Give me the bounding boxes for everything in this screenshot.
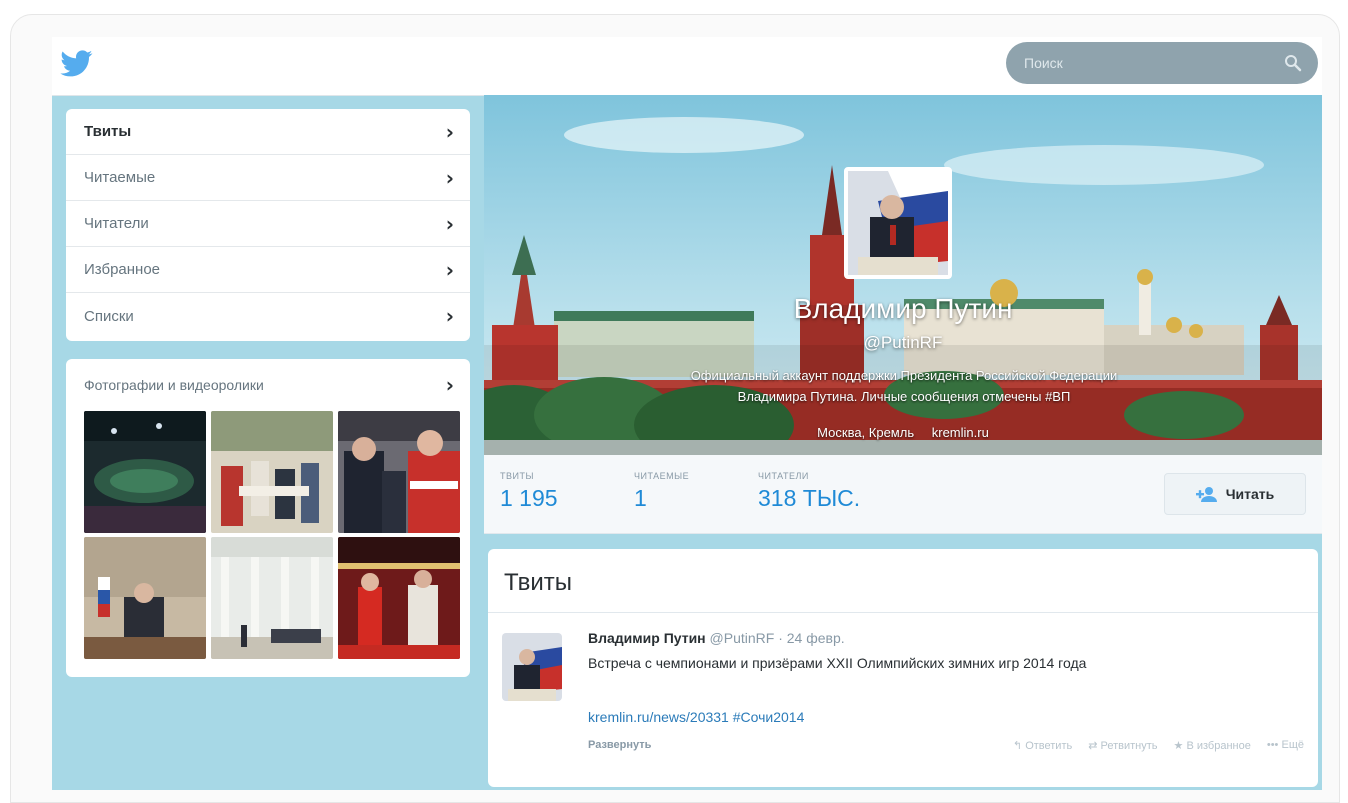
reply-action[interactable]: ↰ Ответить [1013, 739, 1072, 752]
tweet-author-handle[interactable]: @PutinRF [710, 630, 775, 646]
retweet-icon: ⇄ [1088, 740, 1098, 752]
twitter-bird-icon[interactable] [58, 47, 98, 81]
tweet-header: Владимир Путин @PutinRF · 24 февр. [588, 630, 845, 646]
nav-item-following[interactable]: Читаемые › [66, 155, 470, 201]
profile-bio: Официальный аккаунт поддержки Президента… [574, 365, 1234, 407]
timeline-heading: Твиты [488, 549, 1318, 613]
chevron-right-icon: › [445, 119, 454, 144]
chevron-right-icon: › [445, 373, 454, 397]
nav-item-tweets[interactable]: Твиты › [66, 109, 470, 155]
nav-item-followers[interactable]: Читатели › [66, 201, 470, 247]
photo-image [84, 411, 206, 533]
twitter-profile-page: Твиты › Читаемые › Читатели › Избранное … [52, 37, 1322, 790]
media-thumbnail[interactable] [84, 537, 206, 659]
tweets-timeline: Твиты Владимир Путин @PutinRF · 24 февр.… [488, 549, 1318, 787]
media-thumbnail[interactable] [84, 411, 206, 533]
retweet-action[interactable]: ⇄ Ретвитнуть [1088, 739, 1157, 752]
tweet-item[interactable]: Владимир Путин @PutinRF · 24 февр. Встре… [488, 613, 1318, 787]
photo-image [211, 537, 333, 659]
top-navigation-bar [52, 37, 1322, 96]
more-icon: ••• [1266, 739, 1279, 751]
avatar-image [502, 633, 562, 701]
nav-item-favorites[interactable]: Избранное › [66, 247, 470, 293]
stat-followers[interactable]: ЧИТАТЕЛИ 318 ТЫС. [758, 471, 860, 512]
chevron-right-icon: › [445, 165, 454, 190]
photo-image [338, 411, 460, 533]
media-thumbnail[interactable] [338, 537, 460, 659]
profile-bio-line: Официальный аккаунт поддержки Президента… [690, 368, 1118, 383]
nav-item-label: Читаемые [84, 169, 156, 186]
media-thumbnail[interactable] [211, 411, 333, 533]
chevron-right-icon: › [445, 257, 454, 282]
follow-button[interactable]: Читать [1164, 473, 1306, 515]
stat-value: 1 195 [500, 485, 558, 511]
profile-handle: @PutinRF [863, 333, 943, 352]
profile-name: Владимир Путин [793, 293, 1013, 324]
more-action[interactable]: ••• Ещё [1267, 739, 1304, 752]
profile-stats-bar: ТВИТЫ 1 195 ЧИТАЕМЫЕ 1 ЧИТАТЕЛИ 318 ТЫС.… [484, 455, 1322, 534]
search-box[interactable] [1006, 42, 1318, 84]
stat-following[interactable]: ЧИТАЕМЫЕ 1 [634, 471, 689, 512]
profile-location-row: Москва, Кремль kremlin.ru [484, 425, 1322, 440]
chevron-right-icon: › [445, 304, 454, 328]
expand-tweet-link[interactable]: Развернуть [588, 739, 651, 751]
stat-tweets[interactable]: ТВИТЫ 1 195 [500, 471, 558, 512]
stat-label: ЧИТАЕМЫЕ [634, 471, 690, 481]
photo-image [338, 537, 460, 659]
tweet-link[interactable]: kremlin.ru/news/20331 #Сочи2014 [588, 709, 804, 725]
photos-videos-title: Фотографии и видеоролики [84, 377, 264, 393]
media-thumbnail[interactable] [338, 411, 460, 533]
profile-nav-card: Твиты › Читаемые › Читатели › Избранное … [66, 109, 470, 341]
profile-avatar[interactable] [844, 167, 952, 279]
stat-label: ЧИТАТЕЛИ [758, 471, 809, 481]
retweet-label: Ретвитнуть [1100, 740, 1158, 752]
profile-header-banner: Владимир Путин @PutinRF Официальный акка… [484, 95, 1322, 455]
photo-image [211, 411, 333, 533]
photos-videos-card: Фотографии и видеоролики › [66, 359, 470, 677]
nav-item-label: Твиты [84, 123, 132, 140]
media-thumbnail-grid [84, 411, 460, 659]
favorite-label: В избранное [1186, 740, 1251, 752]
add-user-icon [1195, 487, 1217, 502]
chevron-right-icon: › [445, 211, 454, 236]
profile-bio-line: Владимира Путина. Личные сообщения отмеч… [737, 389, 1071, 404]
tweet-text: Встреча с чемпионами и призёрами XXII Ол… [588, 655, 1087, 671]
tweet-date[interactable]: · 24 февр. [778, 630, 844, 646]
profile-location: Москва, Кремль [817, 425, 915, 440]
photos-videos-header[interactable]: Фотографии и видеоролики › [66, 359, 470, 411]
reply-label: Ответить [1025, 740, 1073, 752]
tweet-actions: ↰ Ответить ⇄ Ретвитнуть ★ В избранное ••… [1013, 739, 1304, 752]
photo-image [84, 537, 206, 659]
media-thumbnail[interactable] [211, 537, 333, 659]
follow-button-label: Читать [1225, 486, 1275, 502]
search-icon[interactable] [1284, 54, 1302, 72]
nav-item-label: Читатели [84, 215, 149, 232]
stat-value: 1 [634, 485, 647, 511]
favorite-action[interactable]: ★ В избранное [1174, 739, 1251, 752]
stat-label: ТВИТЫ [500, 471, 534, 481]
reply-icon: ↰ [1012, 740, 1023, 752]
star-icon: ★ [1173, 740, 1184, 752]
nav-item-label: Избранное [84, 261, 161, 278]
tweet-author-name[interactable]: Владимир Путин [588, 630, 706, 646]
more-label: Ещё [1281, 739, 1304, 751]
stat-value: 318 ТЫС. [758, 485, 861, 511]
nav-item-lists[interactable]: Списки › [66, 293, 470, 339]
search-input[interactable] [1022, 54, 1284, 72]
nav-item-label: Списки [84, 307, 134, 325]
tweet-avatar[interactable] [502, 633, 562, 701]
profile-website-link[interactable]: kremlin.ru [932, 425, 989, 440]
avatar-image [848, 171, 948, 275]
